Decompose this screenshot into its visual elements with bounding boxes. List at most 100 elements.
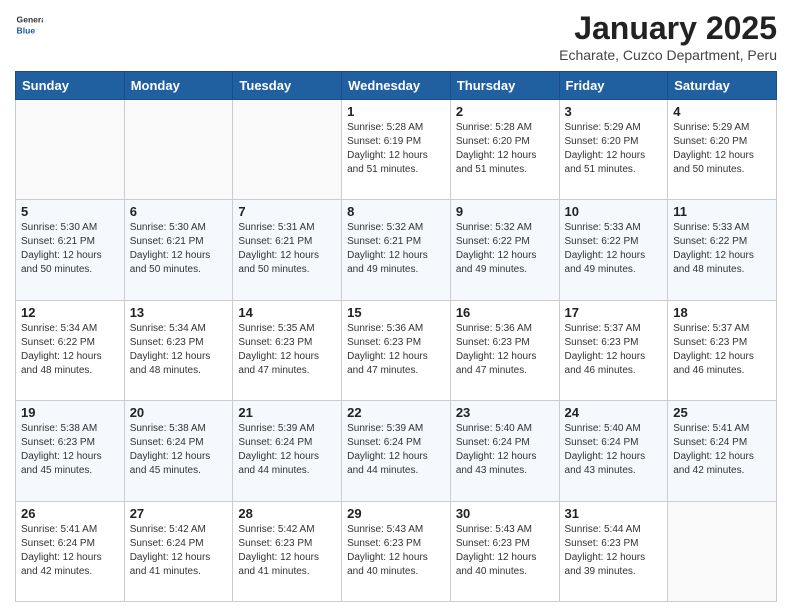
calendar-cell-w3-d3: 14 Sunrise: 5:35 AM Sunset: 6:23 PM Dayli…	[233, 300, 342, 400]
calendar-cell-w1-d7: 4 Sunrise: 5:29 AM Sunset: 6:20 PM Daylig…	[668, 100, 777, 200]
day-info: Sunrise: 5:33 AM Sunset: 6:22 PM Dayligh…	[565, 221, 663, 277]
col-saturday: Saturday	[668, 72, 777, 100]
calendar-cell-w3-d5: 16Sunrise: 5:36 AM Sunset: 6:23 PM Dayli…	[450, 300, 559, 400]
logo-icon: General Blue	[15, 10, 43, 38]
col-tuesday: Tuesday	[233, 72, 342, 100]
col-thursday: Thursday	[450, 72, 559, 100]
calendar-week-3: 12 Sunrise: 5:34 AM Sunset: 6:22 PM Dayli…	[16, 300, 777, 400]
calendar-cell-w5-d5: 30 Sunrise: 5:43 AM Sunset: 6:23 PM Dayli…	[450, 501, 559, 601]
day-number: 21	[238, 405, 336, 420]
day-info: Sunrise: 5:36 AM Sunset: 6:23 PM Dayligh…	[456, 322, 554, 378]
day-info: Sunrise: 5:43 AM Sunset: 6:23 PM Dayligh…	[347, 523, 445, 579]
day-info: Sunrise: 5:33 AM Sunset: 6:22 PM Dayligh…	[673, 221, 771, 277]
calendar-cell-w2-d3: 7 Sunrise: 5:31 AM Sunset: 6:21 PM Daylig…	[233, 200, 342, 300]
calendar-cell-w2-d1: 5Sunrise: 5:30 AM Sunset: 6:21 PM Daylig…	[16, 200, 125, 300]
calendar-cell-w5-d1: 26 Sunrise: 5:41 AM Sunset: 6:24 PM Dayli…	[16, 501, 125, 601]
day-info: Sunrise: 5:35 AM Sunset: 6:23 PM Dayligh…	[238, 322, 336, 378]
day-number: 13	[130, 305, 228, 320]
day-info: Sunrise: 5:42 AM Sunset: 6:24 PM Dayligh…	[130, 523, 228, 579]
svg-text:Blue: Blue	[17, 25, 36, 35]
day-info: Sunrise: 5:30 AM Sunset: 6:21 PM Dayligh…	[21, 221, 119, 277]
day-info: Sunrise: 5:29 AM Sunset: 6:20 PM Dayligh…	[673, 121, 771, 177]
calendar-week-2: 5Sunrise: 5:30 AM Sunset: 6:21 PM Daylig…	[16, 200, 777, 300]
day-number: 4	[673, 104, 771, 119]
title-area: January 2025 Echarate, Cuzco Department,…	[559, 10, 777, 63]
day-number: 22	[347, 405, 445, 420]
calendar-cell-w2-d7: 11 Sunrise: 5:33 AM Sunset: 6:22 PM Dayli…	[668, 200, 777, 300]
day-info: Sunrise: 5:29 AM Sunset: 6:20 PM Dayligh…	[565, 121, 663, 177]
day-number: 15	[347, 305, 445, 320]
day-number: 24	[565, 405, 663, 420]
day-number: 18	[673, 305, 771, 320]
calendar-cell-w3-d2: 13 Sunrise: 5:34 AM Sunset: 6:23 PM Dayli…	[124, 300, 233, 400]
day-number: 11	[673, 204, 771, 219]
subtitle: Echarate, Cuzco Department, Peru	[559, 47, 777, 63]
day-number: 7	[238, 204, 336, 219]
day-info: Sunrise: 5:30 AM Sunset: 6:21 PM Dayligh…	[130, 221, 228, 277]
day-info: Sunrise: 5:38 AM Sunset: 6:24 PM Dayligh…	[130, 422, 228, 478]
day-number: 19	[21, 405, 119, 420]
day-info: Sunrise: 5:37 AM Sunset: 6:23 PM Dayligh…	[565, 322, 663, 378]
col-sunday: Sunday	[16, 72, 125, 100]
col-wednesday: Wednesday	[342, 72, 451, 100]
calendar-cell-w1-d4: 1Sunrise: 5:28 AM Sunset: 6:19 PM Daylig…	[342, 100, 451, 200]
calendar-cell-w5-d2: 27 Sunrise: 5:42 AM Sunset: 6:24 PM Dayli…	[124, 501, 233, 601]
col-monday: Monday	[124, 72, 233, 100]
logo: General Blue	[15, 10, 43, 38]
calendar-cell-w4-d2: 20Sunrise: 5:38 AM Sunset: 6:24 PM Dayli…	[124, 401, 233, 501]
day-number: 2	[456, 104, 554, 119]
day-info: Sunrise: 5:34 AM Sunset: 6:23 PM Dayligh…	[130, 322, 228, 378]
calendar-week-1: 1Sunrise: 5:28 AM Sunset: 6:19 PM Daylig…	[16, 100, 777, 200]
col-friday: Friday	[559, 72, 668, 100]
day-number: 27	[130, 506, 228, 521]
calendar-cell-w4-d7: 25Sunrise: 5:41 AM Sunset: 6:24 PM Dayli…	[668, 401, 777, 501]
calendar-cell-w3-d6: 17 Sunrise: 5:37 AM Sunset: 6:23 PM Dayli…	[559, 300, 668, 400]
calendar-cell-w3-d4: 15 Sunrise: 5:36 AM Sunset: 6:23 PM Dayli…	[342, 300, 451, 400]
day-number: 9	[456, 204, 554, 219]
calendar-table: Sunday Monday Tuesday Wednesday Thursday…	[15, 71, 777, 602]
calendar-cell-w1-d5: 2 Sunrise: 5:28 AM Sunset: 6:20 PM Daylig…	[450, 100, 559, 200]
calendar-cell-w1-d3	[233, 100, 342, 200]
calendar-cell-w5-d6: 31Sunrise: 5:44 AM Sunset: 6:23 PM Dayli…	[559, 501, 668, 601]
calendar-cell-w3-d1: 12 Sunrise: 5:34 AM Sunset: 6:22 PM Dayli…	[16, 300, 125, 400]
day-info: Sunrise: 5:28 AM Sunset: 6:19 PM Dayligh…	[347, 121, 445, 177]
day-info: Sunrise: 5:31 AM Sunset: 6:21 PM Dayligh…	[238, 221, 336, 277]
day-number: 26	[21, 506, 119, 521]
calendar-cell-w2-d6: 10 Sunrise: 5:33 AM Sunset: 6:22 PM Dayli…	[559, 200, 668, 300]
calendar-cell-w2-d5: 9 Sunrise: 5:32 AM Sunset: 6:22 PM Daylig…	[450, 200, 559, 300]
day-info: Sunrise: 5:41 AM Sunset: 6:24 PM Dayligh…	[21, 523, 119, 579]
calendar-cell-w5-d3: 28 Sunrise: 5:42 AM Sunset: 6:23 PM Dayli…	[233, 501, 342, 601]
calendar-cell-w4-d5: 23Sunrise: 5:40 AM Sunset: 6:24 PM Dayli…	[450, 401, 559, 501]
svg-text:General: General	[17, 14, 43, 24]
day-number: 3	[565, 104, 663, 119]
day-number: 6	[130, 204, 228, 219]
calendar-cell-w1-d6: 3 Sunrise: 5:29 AM Sunset: 6:20 PM Daylig…	[559, 100, 668, 200]
day-info: Sunrise: 5:42 AM Sunset: 6:23 PM Dayligh…	[238, 523, 336, 579]
day-info: Sunrise: 5:44 AM Sunset: 6:23 PM Dayligh…	[565, 523, 663, 579]
calendar-cell-w2-d2: 6 Sunrise: 5:30 AM Sunset: 6:21 PM Daylig…	[124, 200, 233, 300]
day-info: Sunrise: 5:43 AM Sunset: 6:23 PM Dayligh…	[456, 523, 554, 579]
calendar-cell-w5-d4: 29Sunrise: 5:43 AM Sunset: 6:23 PM Dayli…	[342, 501, 451, 601]
day-number: 30	[456, 506, 554, 521]
day-info: Sunrise: 5:40 AM Sunset: 6:24 PM Dayligh…	[456, 422, 554, 478]
day-number: 28	[238, 506, 336, 521]
day-info: Sunrise: 5:34 AM Sunset: 6:22 PM Dayligh…	[21, 322, 119, 378]
calendar-cell-w4-d3: 21Sunrise: 5:39 AM Sunset: 6:24 PM Dayli…	[233, 401, 342, 501]
day-number: 14	[238, 305, 336, 320]
calendar-cell-w5-d7	[668, 501, 777, 601]
calendar-cell-w4-d6: 24 Sunrise: 5:40 AM Sunset: 6:24 PM Dayli…	[559, 401, 668, 501]
day-info: Sunrise: 5:32 AM Sunset: 6:22 PM Dayligh…	[456, 221, 554, 277]
day-info: Sunrise: 5:36 AM Sunset: 6:23 PM Dayligh…	[347, 322, 445, 378]
day-number: 12	[21, 305, 119, 320]
page: General Blue January 2025 Echarate, Cuzc…	[0, 0, 792, 612]
calendar-header-row: Sunday Monday Tuesday Wednesday Thursday…	[16, 72, 777, 100]
header: General Blue January 2025 Echarate, Cuzc…	[15, 10, 777, 63]
day-info: Sunrise: 5:28 AM Sunset: 6:20 PM Dayligh…	[456, 121, 554, 177]
day-number: 17	[565, 305, 663, 320]
day-info: Sunrise: 5:38 AM Sunset: 6:23 PM Dayligh…	[21, 422, 119, 478]
calendar-cell-w1-d1	[16, 100, 125, 200]
calendar-cell-w4-d4: 22 Sunrise: 5:39 AM Sunset: 6:24 PM Dayli…	[342, 401, 451, 501]
day-info: Sunrise: 5:39 AM Sunset: 6:24 PM Dayligh…	[347, 422, 445, 478]
day-number: 10	[565, 204, 663, 219]
day-info: Sunrise: 5:40 AM Sunset: 6:24 PM Dayligh…	[565, 422, 663, 478]
